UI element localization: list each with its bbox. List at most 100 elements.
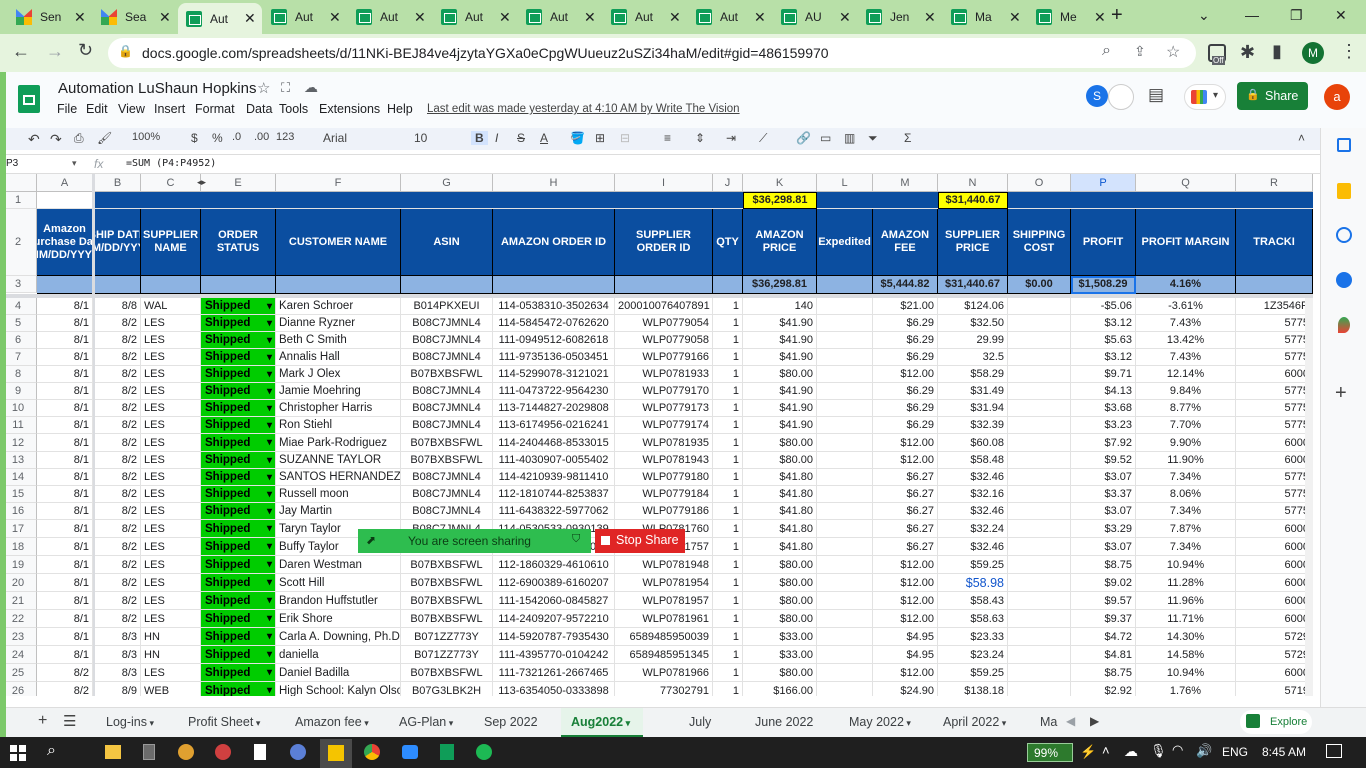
table-cell[interactable]: Jay Martin: [276, 503, 401, 520]
column-header[interactable]: M: [873, 174, 938, 192]
column-header[interactable]: Q: [1136, 174, 1236, 192]
table-cell[interactable]: WLP0781933: [615, 366, 713, 383]
table-cell[interactable]: $166.00: [743, 682, 817, 696]
table-cell[interactable]: $8.75: [1071, 556, 1136, 574]
table-cell[interactable]: 14.58%: [1136, 646, 1236, 664]
font-size-select[interactable]: 10: [414, 131, 427, 145]
table-cell[interactable]: B08C7JMNL4: [401, 332, 493, 349]
cell[interactable]: [141, 192, 201, 209]
table-cell[interactable]: $6.29: [873, 332, 938, 349]
status-dropdown[interactable]: Shipped: [201, 556, 276, 574]
table-cell[interactable]: B07G3LBK2H: [401, 682, 493, 696]
table-cell[interactable]: 8/1: [37, 452, 93, 469]
table-cell[interactable]: $41.80: [743, 538, 817, 556]
table-cell[interactable]: 5775: [1236, 332, 1313, 349]
table-cell[interactable]: B08C7JMNL4: [401, 503, 493, 520]
table-cell[interactable]: LES: [141, 503, 201, 520]
close-icon[interactable]: ✕: [1009, 9, 1021, 26]
table-cell[interactable]: $41.90: [743, 315, 817, 332]
table-cell[interactable]: [1008, 556, 1071, 574]
add-addon-icon[interactable]: +: [1335, 382, 1347, 405]
table-cell[interactable]: 6000: [1236, 664, 1313, 682]
all-sheets-icon[interactable]: ☰: [63, 712, 76, 730]
sheets-taskbar-icon[interactable]: [440, 744, 454, 760]
table-cell[interactable]: 114-2409207-9572210: [493, 610, 615, 628]
browser-tab[interactable]: Aut ✕: [518, 4, 602, 30]
table-cell[interactable]: 1: [713, 417, 743, 434]
table-cell[interactable]: $12.00: [873, 592, 938, 610]
summary-cell[interactable]: [817, 276, 873, 294]
table-cell[interactable]: 77302791: [615, 682, 713, 696]
table-cell[interactable]: $138.18: [938, 682, 1008, 696]
table-cell[interactable]: $6.29: [873, 400, 938, 417]
table-cell[interactable]: 8/2: [95, 556, 141, 574]
summary-cell[interactable]: $1,508.29: [1071, 276, 1136, 294]
table-cell[interactable]: LES: [141, 400, 201, 417]
chevron-down-icon[interactable]: ▾: [253, 718, 261, 728]
table-cell[interactable]: 8/1: [37, 556, 93, 574]
table-cell[interactable]: 6000: [1236, 366, 1313, 383]
table-cell[interactable]: 8/1: [37, 298, 93, 315]
table-cell[interactable]: $6.29: [873, 417, 938, 434]
column-header[interactable]: A: [37, 174, 93, 192]
close-icon[interactable]: ✕: [1094, 9, 1106, 26]
table-cell[interactable]: 11.28%: [1136, 574, 1236, 592]
italic-button[interactable]: I: [495, 131, 498, 145]
table-cell[interactable]: WLP0779173: [615, 400, 713, 417]
table-cell[interactable]: 5775: [1236, 400, 1313, 417]
table-cell[interactable]: [817, 400, 873, 417]
table-cell[interactable]: [1008, 383, 1071, 400]
status-dropdown[interactable]: Shipped: [201, 452, 276, 469]
table-cell[interactable]: Russell moon: [276, 486, 401, 503]
table-cell[interactable]: $32.16: [938, 486, 1008, 503]
status-dropdown[interactable]: Shipped: [201, 417, 276, 434]
table-cell[interactable]: [1008, 486, 1071, 503]
document-title[interactable]: Automation LuShaun Hopkins: [58, 80, 256, 97]
table-cell[interactable]: [1008, 400, 1071, 417]
column-header[interactable]: J: [713, 174, 743, 192]
table-cell[interactable]: [817, 520, 873, 538]
table-cell[interactable]: 114-2404468-8533015: [493, 434, 615, 452]
table-cell[interactable]: LES: [141, 574, 201, 592]
column-title[interactable]: AMAZON ORDER ID: [493, 209, 615, 276]
table-cell[interactable]: 8/1: [37, 646, 93, 664]
table-cell[interactable]: [817, 503, 873, 520]
table-cell[interactable]: B07BXBSFWL: [401, 556, 493, 574]
close-icon[interactable]: ✕: [74, 9, 86, 26]
microphone-icon[interactable]: 🎙: [1150, 743, 1167, 759]
table-cell[interactable]: B07BXBSFWL: [401, 366, 493, 383]
column-title[interactable]: SHIPPING COST: [1008, 209, 1071, 276]
table-cell[interactable]: $32.46: [938, 503, 1008, 520]
table-cell[interactable]: 8/2: [95, 574, 141, 592]
table-cell[interactable]: 1: [713, 469, 743, 486]
close-icon[interactable]: ✕: [159, 9, 171, 26]
column-title[interactable]: Expedited: [817, 209, 873, 276]
chevron-down-icon[interactable]: ▾: [999, 718, 1007, 728]
table-cell[interactable]: 112-6900389-6160207: [493, 574, 615, 592]
browser-tab[interactable]: Aut ✕: [433, 4, 517, 30]
table-cell[interactable]: 112-1860329-4610610: [493, 556, 615, 574]
table-cell[interactable]: [817, 366, 873, 383]
table-cell[interactable]: 8/1: [37, 610, 93, 628]
table-cell[interactable]: 6000: [1236, 610, 1313, 628]
table-cell[interactable]: WLP0781966: [615, 664, 713, 682]
table-cell[interactable]: $59.25: [938, 556, 1008, 574]
table-cell[interactable]: [817, 682, 873, 696]
table-cell[interactable]: Carla A. Downing, Ph.D.: [276, 628, 401, 646]
collapse-toolbar-icon[interactable]: ˄: [1298, 131, 1305, 145]
table-cell[interactable]: 5775: [1236, 315, 1313, 332]
table-cell[interactable]: 10.94%: [1136, 556, 1236, 574]
table-cell[interactable]: [817, 315, 873, 332]
table-cell[interactable]: 1: [713, 628, 743, 646]
total-cell[interactable]: $31,440.67: [938, 192, 1008, 209]
table-cell[interactable]: 6589485950039: [615, 628, 713, 646]
status-dropdown[interactable]: Shipped: [201, 503, 276, 520]
column-title[interactable]: SUPPLIER NAME: [141, 209, 201, 276]
column-title[interactable]: SUPPLIER ORDER ID: [615, 209, 713, 276]
table-cell[interactable]: 111-1542060-0845827: [493, 592, 615, 610]
status-dropdown[interactable]: Shipped: [201, 383, 276, 400]
table-cell[interactable]: 1: [713, 538, 743, 556]
tasks-icon[interactable]: [1336, 227, 1352, 243]
cell[interactable]: [1236, 192, 1313, 209]
table-cell[interactable]: $80.00: [743, 610, 817, 628]
